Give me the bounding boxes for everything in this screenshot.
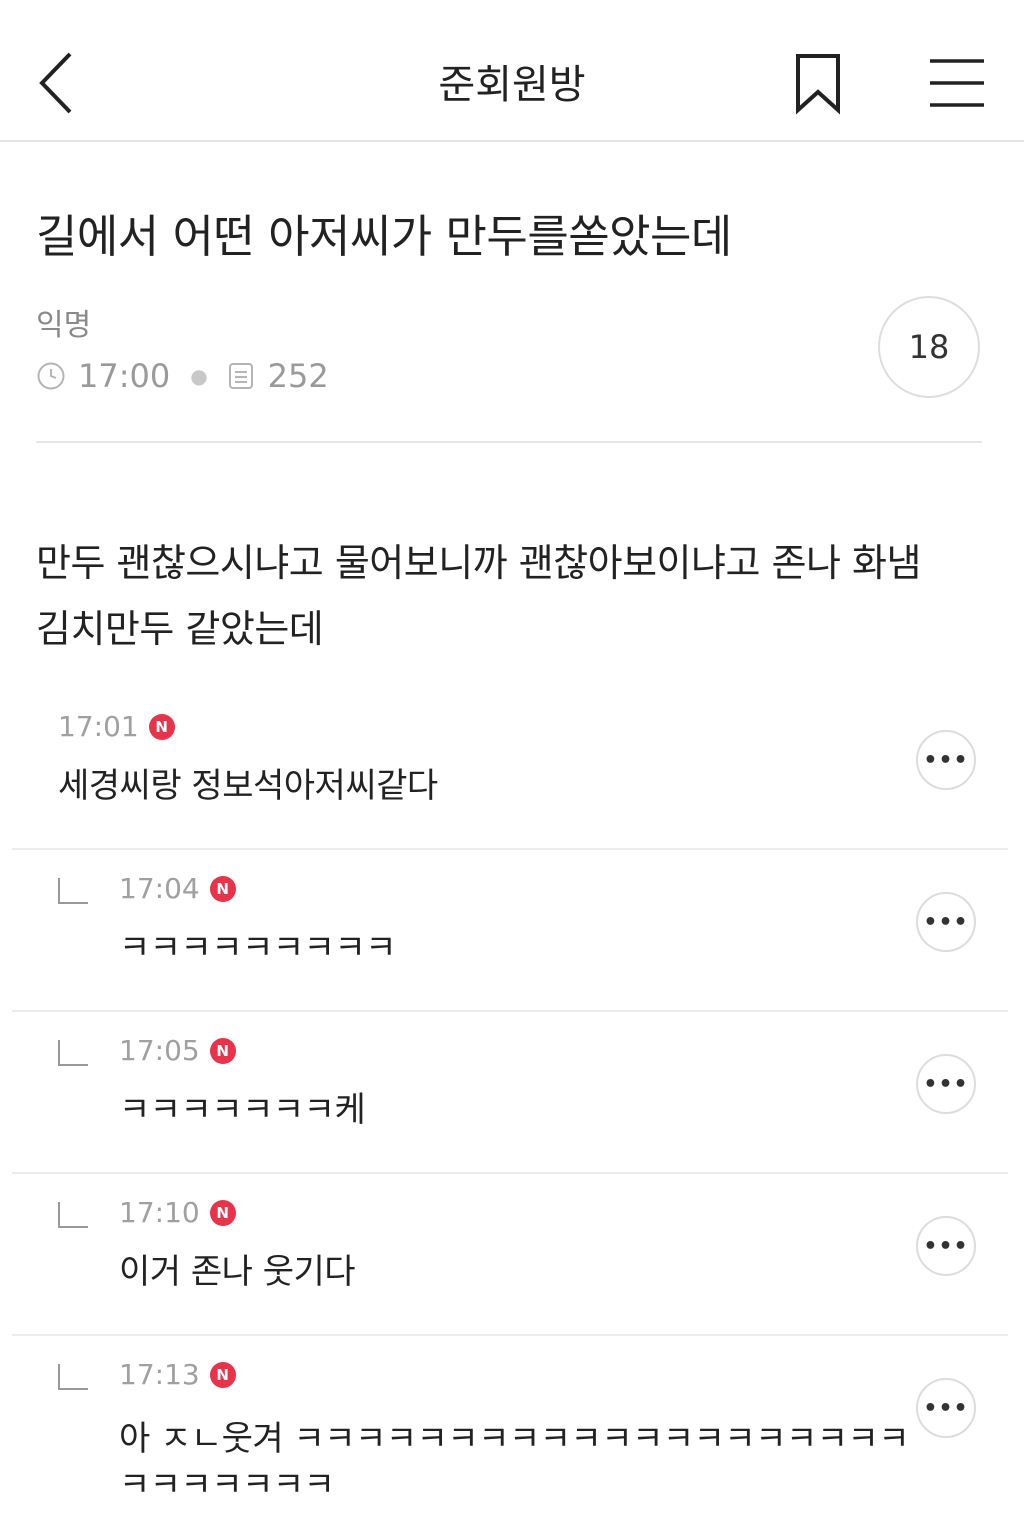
reply-item: 17:13 N 아 ㅈㄴ웃겨 ㅋㅋㅋㅋㅋㅋㅋㅋㅋㅋㅋㅋㅋㅋㅋㅋㅋㅋㅋㅋㅋㅋㅋㅋㅋ… [12, 1336, 1008, 1529]
post-time: 17:00 [78, 357, 171, 395]
comment-text: 세경씨랑 정보석아저씨같다 [58, 766, 438, 806]
back-button[interactable] [30, 48, 90, 118]
post-body: 만두 괜찮으시냐고 물어보니까 괜찮아보이냐고 존나 화냄 김치만두 같았는데 [36, 530, 996, 662]
post-body-line: 만두 괜찮으시냐고 물어보니까 괜찮아보이냐고 존나 화냄 [36, 541, 921, 585]
post-divider [36, 441, 982, 443]
post-title: 길에서 어떤 아저씨가 만두를쏟았는데 [36, 210, 732, 263]
new-badge: N [148, 713, 175, 740]
reply-arrow-icon [58, 1202, 88, 1228]
more-icon: ••• [923, 1071, 969, 1097]
comment-time: 17:05 [119, 1034, 200, 1067]
top-navigation-bar: 준회원방 [0, 0, 1024, 142]
comment-text: ㅋㅋㅋㅋㅋㅋㅋ케 [119, 1090, 366, 1130]
post-view-count: 252 [267, 357, 329, 395]
comment-time: 17:10 [119, 1196, 200, 1229]
comment-time: 17:04 [119, 872, 200, 905]
reply-arrow-icon [58, 1364, 88, 1390]
comment-time: 17:01 [58, 710, 139, 743]
more-options-button[interactable]: ••• [916, 892, 976, 952]
comment-text: ㅋㅋㅋㅋㅋㅋㅋㅋㅋ [119, 928, 397, 968]
more-options-button[interactable]: ••• [916, 1378, 976, 1438]
reply-item: 17:04 N ㅋㅋㅋㅋㅋㅋㅋㅋㅋ ••• [12, 850, 1008, 1012]
reply-arrow-icon [58, 1040, 88, 1066]
comment-item: 17:01 N 세경씨랑 정보석아저씨같다 ••• [12, 688, 1008, 850]
post-author: 익명 [36, 308, 92, 343]
menu-button[interactable] [926, 56, 988, 112]
comment-text: 이거 존나 웃기다 [119, 1252, 356, 1292]
new-badge: N [209, 1361, 236, 1388]
more-icon: ••• [923, 747, 969, 773]
new-badge: N [209, 875, 236, 902]
reply-item: 17:10 N 이거 존나 웃기다 ••• [12, 1174, 1008, 1336]
more-icon: ••• [923, 909, 969, 935]
new-badge: N [209, 1037, 236, 1064]
post-meta: 17:00 ● 252 [36, 356, 329, 396]
more-icon: ••• [923, 1233, 969, 1259]
more-icon: ••• [923, 1395, 969, 1421]
comment-count-button[interactable]: 18 [878, 296, 980, 398]
board-title: 준회원방 [438, 62, 586, 108]
bookmark-icon [796, 54, 840, 115]
comment-text: 아 ㅈㄴ웃겨 ㅋㅋㅋㅋㅋㅋㅋㅋㅋㅋㅋㅋㅋㅋㅋㅋㅋㅋㅋㅋㅋㅋㅋㅋㅋㅋㅋ [119, 1419, 910, 1505]
more-options-button[interactable]: ••• [916, 1054, 976, 1114]
bookmark-button[interactable] [790, 52, 846, 116]
meta-separator: ● [190, 364, 208, 388]
more-options-button[interactable]: ••• [916, 1216, 976, 1276]
post-body-line: 김치만두 같았는데 [36, 607, 324, 651]
clock-icon [37, 362, 65, 390]
views-icon [228, 363, 253, 389]
hamburger-menu-icon [930, 59, 984, 107]
chevron-left-icon [39, 52, 72, 114]
more-options-button[interactable]: ••• [916, 730, 976, 790]
reply-arrow-icon [58, 878, 88, 904]
comment-time: 17:13 [119, 1358, 200, 1391]
reply-item: 17:05 N ㅋㅋㅋㅋㅋㅋㅋ케 ••• [12, 1012, 1008, 1174]
new-badge: N [209, 1199, 236, 1226]
